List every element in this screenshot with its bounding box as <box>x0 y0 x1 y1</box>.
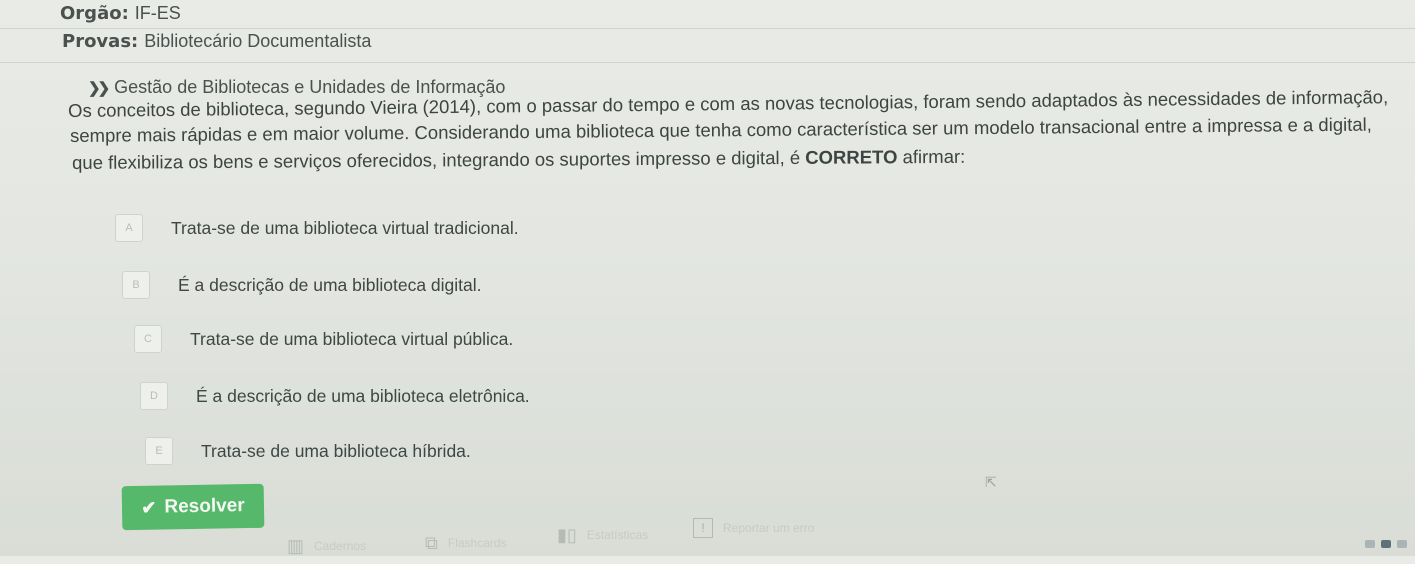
tray-icon <box>1365 540 1375 548</box>
orgao-label: Orgão: <box>60 3 129 24</box>
resolve-label: Resolver <box>164 495 245 518</box>
option-text-a[interactable]: Trata-se de uma biblioteca virtual tradi… <box>171 218 519 239</box>
check-icon: ✔ <box>141 497 157 518</box>
orgao-value[interactable]: IF-ES <box>135 3 181 23</box>
question-subject[interactable]: ❯❯ Gestão de Bibliotecas e Unidades de I… <box>88 77 505 98</box>
option-text-b[interactable]: É a descrição de uma biblioteca digital. <box>178 275 482 296</box>
option-c[interactable]: C Trata-se de uma biblioteca virtual púb… <box>134 325 513 353</box>
option-letter-b[interactable]: B <box>122 271 150 299</box>
toolbar-reportar[interactable]: ! Reportar um erro <box>693 510 814 546</box>
orgao-row: Orgão: IF-ES <box>60 3 181 24</box>
toolbar-estatisticas[interactable]: ▮▯ Estatísticas <box>557 517 648 553</box>
option-text-d[interactable]: É a descrição de uma biblioteca eletrôni… <box>196 386 530 407</box>
option-letter-a[interactable]: A <box>115 214 143 242</box>
option-e[interactable]: E Trata-se de uma biblioteca híbrida. <box>145 437 471 465</box>
option-d[interactable]: D É a descrição de uma biblioteca eletrô… <box>140 382 530 410</box>
option-b[interactable]: B É a descrição de uma biblioteca digita… <box>122 271 482 299</box>
cadernos-label: Cadernos <box>314 539 367 553</box>
flashcards-label: Flashcards <box>447 536 507 550</box>
provas-label: Provas: <box>62 31 139 52</box>
option-letter-c[interactable]: C <box>134 325 162 353</box>
option-text-c[interactable]: Trata-se de uma biblioteca virtual públi… <box>190 329 513 350</box>
tray-icon <box>1381 540 1391 548</box>
estatisticas-label: Estatísticas <box>586 528 649 542</box>
header-divider <box>0 62 1415 63</box>
notebook-icon: ▥ <box>287 535 305 556</box>
system-tray <box>1365 540 1407 548</box>
warning-icon: ! <box>693 518 713 538</box>
toolbar-cadernos[interactable]: ▥ Cadernos <box>287 528 366 564</box>
tray-icon <box>1397 540 1407 548</box>
top-divider <box>0 28 1415 29</box>
subject-label: Gestão de Bibliotecas e Unidades de Info… <box>114 77 506 97</box>
resolve-button[interactable]: ✔ Resolver <box>121 483 265 531</box>
option-letter-e[interactable]: E <box>145 437 173 465</box>
double-chevron-right-icon: ❯❯ <box>88 80 110 97</box>
option-a[interactable]: A Trata-se de uma biblioteca virtual tra… <box>115 214 519 242</box>
question-statement-line-3: que flexibiliza os bens e serviços ofere… <box>72 146 965 174</box>
provas-row: Provas: Bibliotecário Documentalista <box>62 31 371 52</box>
cards-icon: ⧉ <box>425 532 438 553</box>
reportar-label: Reportar um erro <box>723 521 815 535</box>
statement-text: que flexibiliza os bens e serviços ofere… <box>72 146 806 173</box>
statement-text-end: afirmar: <box>897 145 966 168</box>
bar-chart-icon: ▮▯ <box>557 524 577 545</box>
mouse-cursor-icon: ⇱ <box>985 474 997 490</box>
provas-value[interactable]: Bibliotecário Documentalista <box>144 31 371 51</box>
option-letter-d[interactable]: D <box>140 382 168 410</box>
statement-emphasis: CORRETO <box>805 146 898 168</box>
option-text-e[interactable]: Trata-se de uma biblioteca híbrida. <box>201 441 471 462</box>
